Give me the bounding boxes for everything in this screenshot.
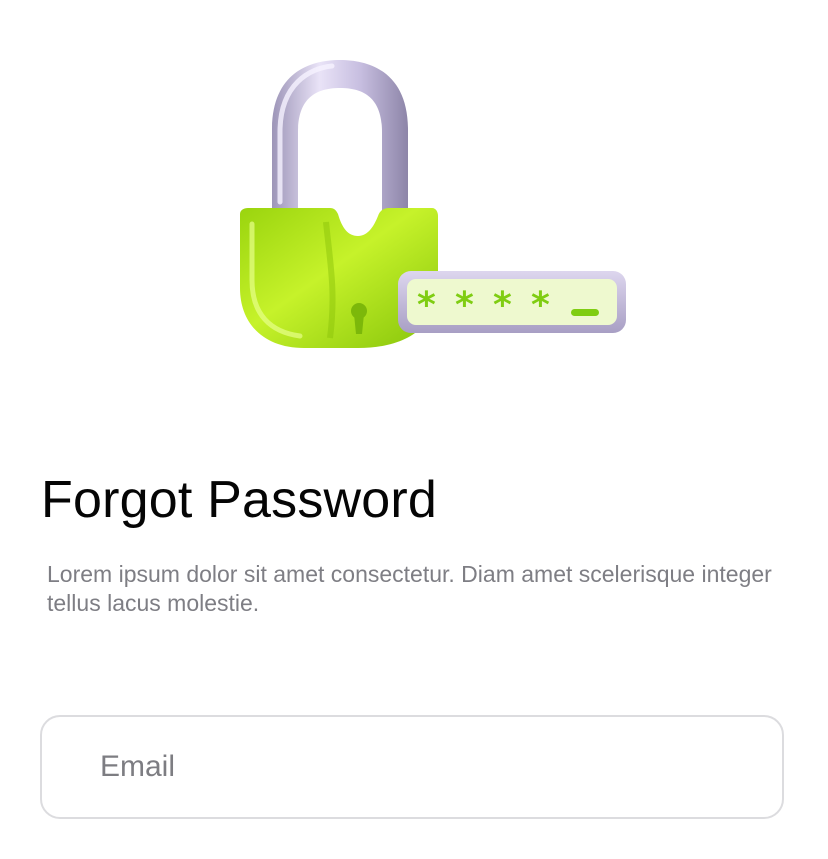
page-title: Forgot Password	[41, 471, 438, 529]
password-field-graphic: * * * *	[398, 271, 626, 333]
hero-illustration: * * * *	[230, 52, 640, 362]
svg-text:*: *	[531, 285, 550, 326]
svg-text:*: *	[455, 285, 474, 326]
svg-text:*: *	[493, 285, 512, 326]
svg-text:*: *	[417, 285, 436, 326]
page-description: Lorem ipsum dolor sit amet consectetur. …	[47, 561, 772, 616]
email-input[interactable]	[100, 717, 760, 817]
padlock-illustration: * * * *	[240, 60, 626, 348]
shackle-shape	[272, 60, 408, 212]
email-field-container[interactable]	[40, 715, 784, 819]
